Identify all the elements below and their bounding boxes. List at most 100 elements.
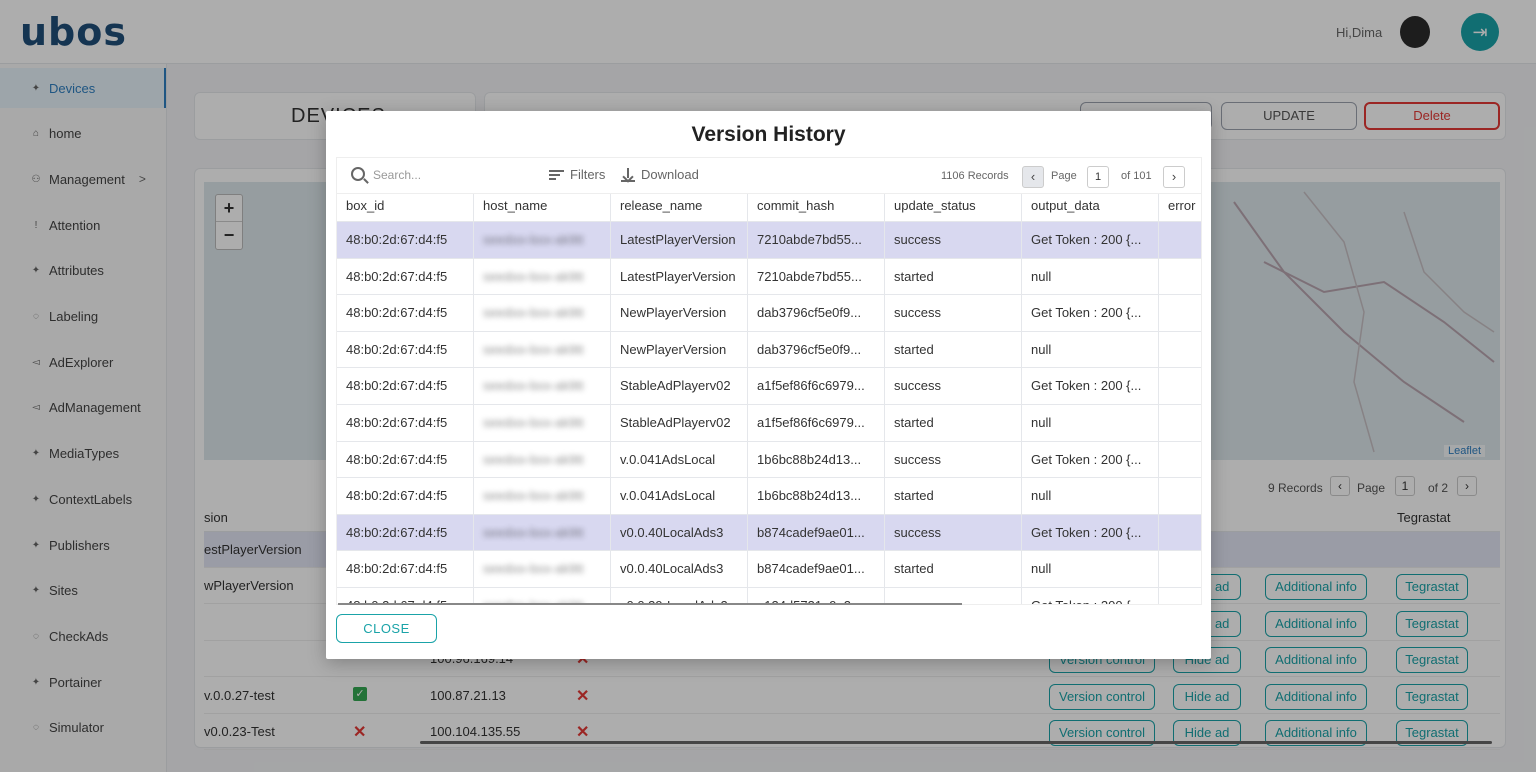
cell-update-status: success <box>885 368 1022 405</box>
cell-commit-hash: 1b6bc88b24d13... <box>748 441 885 478</box>
download-label: Download <box>641 167 699 182</box>
cell-output-data: Get Token : 200 {... <box>1022 441 1159 478</box>
cell-update-status: started <box>885 405 1022 441</box>
cell-error <box>1159 405 1201 441</box>
cell-commit-hash: dab3796cf5e0f9... <box>748 331 885 368</box>
cell-update-status: success <box>885 441 1022 478</box>
cell-release-name: LatestPlayerVersion <box>611 222 748 258</box>
table-row[interactable]: 48:b0:2d:67:d4:f5 seedoo-box-ak9tt LatestP… <box>337 258 1201 296</box>
next-page-button[interactable]: › <box>1163 166 1185 188</box>
cell-host-name: seedoo-box-ak9tt <box>474 405 611 441</box>
cell-release-name: StableAdPlayerv02 <box>611 368 748 405</box>
cell-release-name: LatestPlayerVersion <box>611 258 748 295</box>
table-row[interactable]: 48:b0:2d:67:d4:f5 seedoo-box-ak9tt StableA… <box>337 368 1201 405</box>
cell-output-data: Get Token : 200 {... <box>1022 514 1159 551</box>
cell-update-status: started <box>885 331 1022 368</box>
column-header-error[interactable]: error <box>1159 194 1201 222</box>
table-row[interactable]: 48:b0:2d:67:d4:f5 seedoo-box-ak9tt LatestP… <box>337 222 1201 259</box>
column-header-commit-hash[interactable]: commit_hash <box>748 194 885 222</box>
page-of: of 101 <box>1121 170 1152 182</box>
cell-host-name: seedoo-box-ak9tt <box>474 514 611 551</box>
cell-commit-hash: a1f5ef86f6c6979... <box>748 405 885 441</box>
cell-update-status: success <box>885 295 1022 332</box>
column-header-output-data[interactable]: output_data <box>1022 194 1159 222</box>
column-header-host-name[interactable]: host_name <box>474 194 611 222</box>
cell-release-name: v0.0.40LocalAds3 <box>611 551 748 588</box>
cell-box-id: 48:b0:2d:67:d4:f5 <box>337 551 474 588</box>
cell-box-id: 48:b0:2d:67:d4:f5 <box>337 368 474 405</box>
cell-host-name: seedoo-box-ak9tt <box>474 551 611 588</box>
prev-page-button[interactable]: ‹ <box>1022 166 1044 188</box>
close-button[interactable]: CLOSE <box>336 614 437 643</box>
cell-output-data: Get Token : 200 {... <box>1022 588 1159 604</box>
grid-toolbar: Filters Download 1106 Records ‹ Page 1 o… <box>336 157 1202 193</box>
records-count: 1106 Records <box>941 170 1009 182</box>
cell-commit-hash: 1b6bc88b24d13... <box>748 478 885 515</box>
cell-commit-hash: 7210abde7bd55... <box>748 258 885 295</box>
chevron-right-icon: › <box>1171 169 1177 184</box>
cell-commit-hash: 7210abde7bd55... <box>748 222 885 258</box>
cell-error <box>1159 442 1201 478</box>
version-history-modal: Version History Filters Download 1106 Re… <box>326 111 1211 659</box>
search-input[interactable] <box>373 166 523 184</box>
table-row[interactable]: 48:b0:2d:67:d4:f5 seedoo-box-ak9tt v.0.041… <box>337 478 1201 515</box>
cell-error <box>1159 515 1201 551</box>
filters-icon <box>549 169 564 181</box>
cell-release-name: StableAdPlayerv02 <box>611 405 748 441</box>
cell-output-data: null <box>1022 331 1159 368</box>
table-row[interactable]: 48:b0:2d:67:d4:f5 seedoo-box-ak9tt NewPlay… <box>337 295 1201 332</box>
cell-update-status: success <box>885 222 1022 258</box>
cell-error <box>1159 295 1201 331</box>
download-icon <box>621 167 635 182</box>
cell-host-name: seedoo-box-ak9tt <box>474 258 611 295</box>
cell-release-name: v.0.041AdsLocal <box>611 441 748 478</box>
cell-host-name: seedoo-box-ak9tt <box>474 441 611 478</box>
cell-update-status: started <box>885 478 1022 515</box>
cell-output-data: null <box>1022 258 1159 295</box>
cell-box-id: 48:b0:2d:67:d4:f5 <box>337 258 474 295</box>
table-row[interactable]: 48:b0:2d:67:d4:f5 seedoo-box-ak9tt NewPlay… <box>337 331 1201 369</box>
cell-release-name: NewPlayerVersion <box>611 331 748 368</box>
cell-box-id: 48:b0:2d:67:d4:f5 <box>337 295 474 332</box>
cell-host-name: seedoo-box-ak9tt <box>474 368 611 405</box>
grid-horizontal-scrollbar[interactable] <box>338 603 962 605</box>
page-input[interactable]: 1 <box>1087 166 1109 188</box>
cell-release-name: v0.0.40LocalAds3 <box>611 514 748 551</box>
table-row[interactable]: 48:b0:2d:67:d4:f5 seedoo-box-ak9tt v0.0.40… <box>337 551 1201 588</box>
cell-box-id: 48:b0:2d:67:d4:f5 <box>337 331 474 368</box>
cell-host-name: seedoo-box-ak9tt <box>474 222 611 258</box>
cell-commit-hash: a1f5ef86f6c6979... <box>748 368 885 405</box>
cell-commit-hash: b874cadef9ae01... <box>748 551 885 588</box>
cell-error <box>1159 588 1201 604</box>
cell-box-id: 48:b0:2d:67:d4:f5 <box>337 222 474 258</box>
column-header-box-id[interactable]: box_id <box>337 194 474 222</box>
cell-update-status: started <box>885 258 1022 295</box>
cell-error <box>1159 259 1201 295</box>
grid-header: box_id host_name release_name commit_hash up… <box>337 194 1201 222</box>
table-row[interactable]: 48:b0:2d:67:d4:f5 seedoo-box-ak9tt v0.0.40… <box>337 514 1201 552</box>
filters-button[interactable]: Filters <box>549 167 605 182</box>
column-header-update-status[interactable]: update_status <box>885 194 1022 222</box>
version-history-grid: box_id host_name release_name commit_hash up… <box>336 193 1202 605</box>
cell-release-name: NewPlayerVersion <box>611 295 748 332</box>
cell-output-data: null <box>1022 551 1159 588</box>
cell-update-status: started <box>885 551 1022 588</box>
cell-output-data: null <box>1022 405 1159 441</box>
cell-error <box>1159 551 1201 587</box>
column-header-release-name[interactable]: release_name <box>611 194 748 222</box>
chevron-left-icon: ‹ <box>1030 169 1036 184</box>
cell-host-name: seedoo-box-ak9tt <box>474 331 611 368</box>
cell-host-name: seedoo-box-ak9tt <box>474 295 611 332</box>
cell-error <box>1159 368 1201 404</box>
cell-output-data: Get Token : 200 {... <box>1022 222 1159 258</box>
cell-commit-hash: b874cadef9ae01... <box>748 514 885 551</box>
table-row[interactable]: 48:b0:2d:67:d4:f5 seedoo-box-ak9tt StableA… <box>337 405 1201 442</box>
cell-error <box>1159 222 1201 258</box>
download-button[interactable]: Download <box>621 167 699 182</box>
cell-output-data: null <box>1022 478 1159 515</box>
cell-host-name: seedoo-box-ak9tt <box>474 478 611 515</box>
cell-box-id: 48:b0:2d:67:d4:f5 <box>337 405 474 441</box>
cell-output-data: Get Token : 200 {... <box>1022 368 1159 405</box>
table-row[interactable]: 48:b0:2d:67:d4:f5 seedoo-box-ak9tt v.0.041… <box>337 441 1201 479</box>
cell-error <box>1159 478 1201 514</box>
